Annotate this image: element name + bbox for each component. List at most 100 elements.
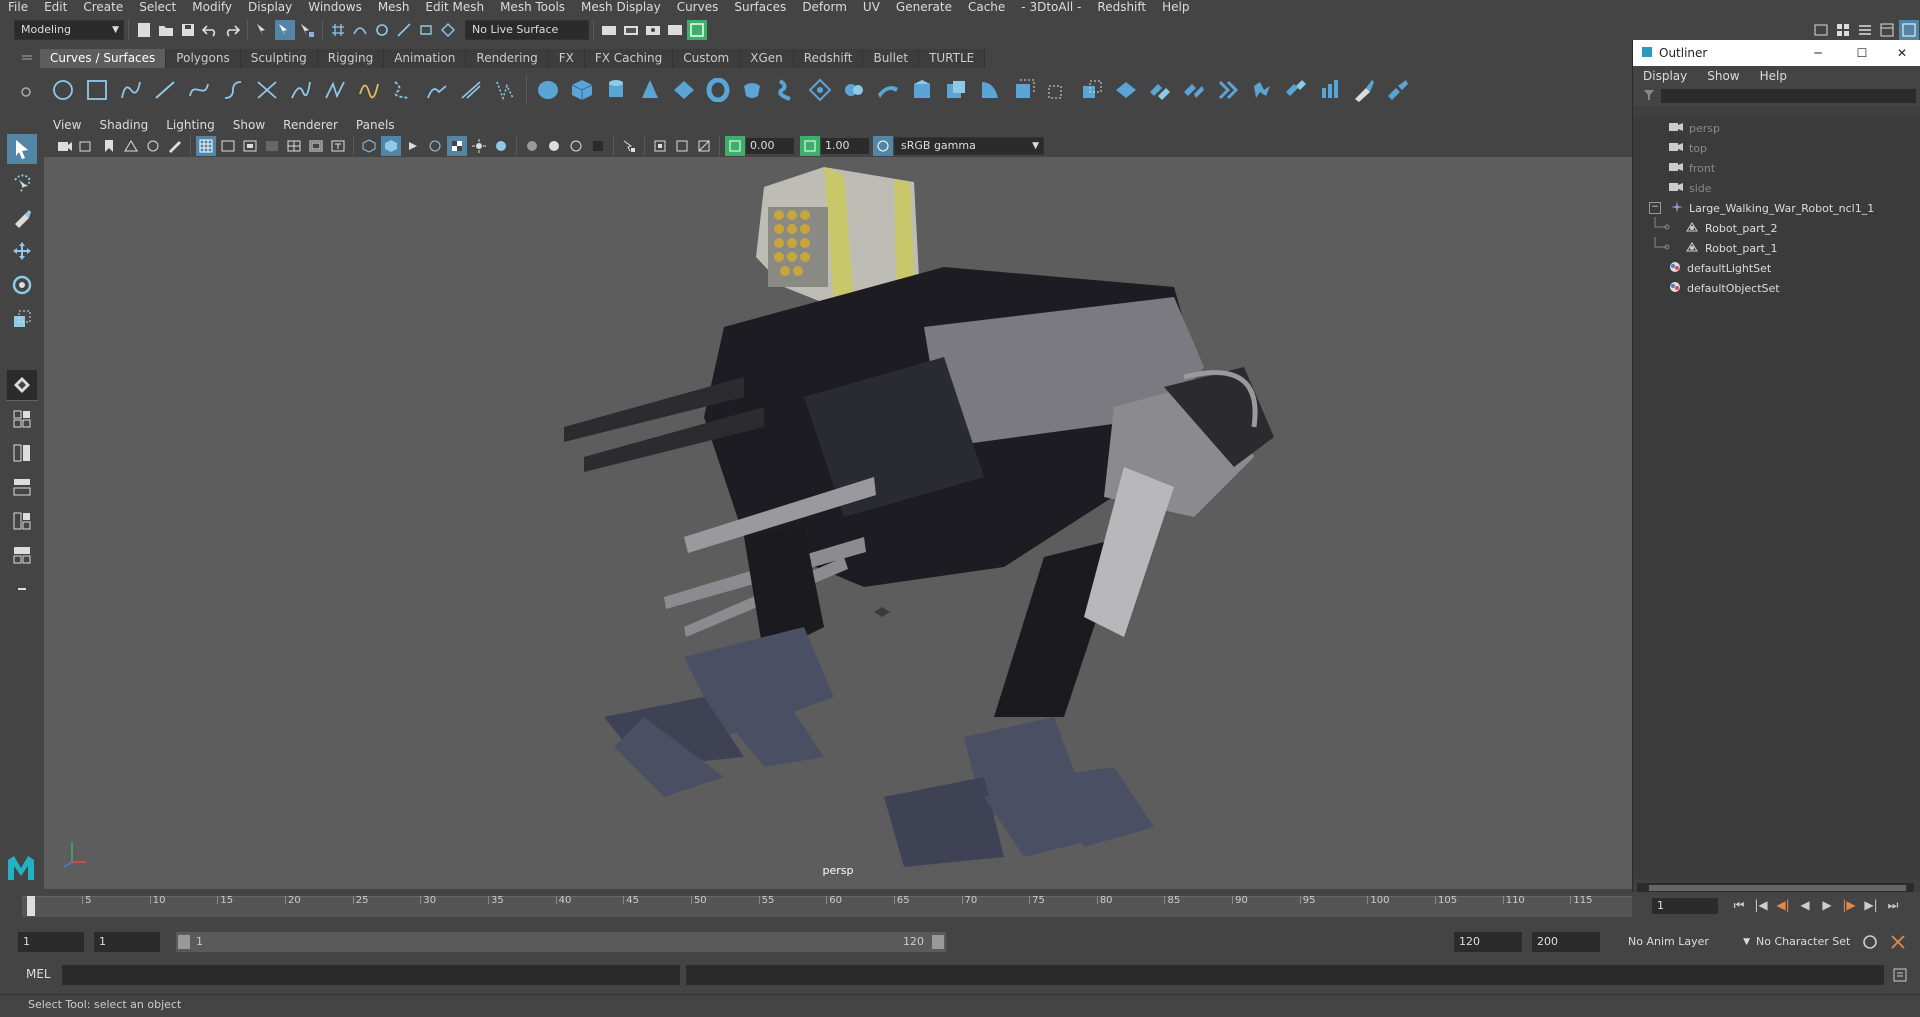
shelf-tab-animation[interactable]: Animation — [384, 49, 467, 68]
menu-select[interactable]: Select — [131, 0, 184, 15]
shelf-tab-handle[interactable] — [22, 52, 32, 62]
scale-tool-icon[interactable] — [7, 304, 37, 334]
menu-mesh[interactable]: Mesh — [370, 0, 418, 15]
minimize-icon[interactable]: ─ — [1796, 46, 1840, 60]
robot-model[interactable] — [44, 157, 1632, 889]
layout-expand-icon[interactable] — [7, 574, 37, 604]
menu-edit-mesh[interactable]: Edit Mesh — [417, 0, 492, 15]
filter-icon[interactable] — [1643, 89, 1655, 104]
select-component-icon[interactable] — [297, 20, 317, 40]
color-space-dropdown[interactable]: sRGB gamma ▼ — [894, 137, 1044, 155]
move-tool-icon[interactable] — [7, 236, 37, 266]
attach-surfaces-icon[interactable] — [1145, 75, 1175, 105]
undo-icon[interactable] — [200, 20, 220, 40]
select-hierarchy-icon[interactable] — [253, 20, 273, 40]
outliner-item-defaultobjectset[interactable]: defaultObjectSet — [1633, 278, 1920, 298]
surface-editing-icon[interactable] — [1383, 75, 1413, 105]
redo-icon[interactable] — [222, 20, 242, 40]
step-forward-key-icon[interactable]: ▶| — [1860, 898, 1882, 913]
outliner-search-input[interactable] — [1661, 89, 1916, 103]
insert-isoparms-icon[interactable] — [1247, 75, 1277, 105]
insert-knot-icon[interactable] — [354, 75, 384, 105]
nurbs-cone-icon[interactable] — [635, 75, 665, 105]
panel-menu-renderer[interactable]: Renderer — [274, 118, 347, 132]
rotate-tool-icon[interactable] — [7, 270, 37, 300]
shelf-tab-xgen[interactable]: XGen — [740, 49, 794, 68]
panel-menu-view[interactable]: View — [44, 118, 90, 132]
shelf-tab-rendering[interactable]: Rendering — [466, 49, 549, 68]
go-to-end-icon[interactable]: ⏭ — [1882, 898, 1904, 913]
play-backward-icon[interactable]: ◀ — [1794, 898, 1816, 913]
current-frame-field[interactable]: 1 — [1652, 898, 1718, 914]
nurbs-plane-icon[interactable] — [669, 75, 699, 105]
new-scene-icon[interactable] — [134, 20, 154, 40]
time-slider[interactable]: 5 10 15 20 25 30 35 40 45 50 55 60 65 70 75 80 85 90 95 100… — [0, 892, 1920, 922]
smooth-shade-icon[interactable] — [381, 136, 401, 156]
channel-box-icon[interactable] — [1877, 20, 1897, 40]
outliner-menu-help[interactable]: Help — [1750, 69, 1797, 83]
maximize-icon[interactable]: ☐ — [1840, 46, 1884, 60]
rebuild-surface-icon[interactable] — [1315, 75, 1345, 105]
revolve-icon[interactable] — [737, 75, 767, 105]
loft-icon[interactable] — [771, 75, 801, 105]
ep-curve-icon[interactable] — [150, 75, 180, 105]
snap-curve-icon[interactable] — [350, 20, 370, 40]
lasso-tool-icon[interactable] — [7, 168, 37, 198]
extend-curve-icon[interactable] — [388, 75, 418, 105]
layout-graph-icon[interactable] — [7, 506, 37, 536]
character-set-dropdown[interactable]: No Character Set — [1750, 932, 1868, 952]
camera-select-icon[interactable] — [55, 136, 75, 156]
range-slider[interactable]: 1 120 — [176, 932, 946, 952]
panel-menu-lighting[interactable]: Lighting — [157, 118, 224, 132]
square-surface-icon[interactable] — [975, 75, 1005, 105]
nurbs-cube-icon[interactable] — [567, 75, 597, 105]
outliner-item-persp[interactable]: persp — [1633, 118, 1920, 138]
intersect-icon[interactable] — [1043, 75, 1073, 105]
motion-blur-icon[interactable] — [544, 136, 564, 156]
menu-mesh-tools[interactable]: Mesh Tools — [492, 0, 573, 15]
step-forward-frame-icon[interactable]: |▶ — [1838, 898, 1860, 913]
xray-active-icon[interactable] — [672, 136, 692, 156]
range-slider-right-handle[interactable] — [932, 935, 944, 949]
use-all-lights-icon[interactable] — [469, 136, 489, 156]
panel-menu-shading[interactable]: Shading — [90, 118, 157, 132]
shelf-tab-turtle[interactable]: TURTLE — [919, 49, 986, 68]
save-scene-icon[interactable] — [178, 20, 198, 40]
animation-preferences-icon[interactable] — [1890, 934, 1906, 953]
exposure-field[interactable]: 0.00 — [746, 138, 794, 154]
redshift-ipr-icon[interactable] — [687, 20, 707, 40]
grid-toggle-icon[interactable] — [196, 136, 216, 156]
shelf-tab-custom[interactable]: Custom — [673, 49, 741, 68]
arc-tool-icon[interactable] — [252, 75, 282, 105]
snap-grid-icon[interactable] — [328, 20, 348, 40]
panel-menu-panels[interactable]: Panels — [347, 118, 404, 132]
gamma-icon[interactable] — [800, 136, 820, 156]
outliner-item-robot-part-2[interactable]: Robot_part_2 — [1633, 216, 1920, 238]
menu-redshift[interactable]: Redshift — [1089, 0, 1154, 15]
ipr-render-icon[interactable] — [643, 20, 663, 40]
untrim-icon[interactable] — [1111, 75, 1141, 105]
nurbs-sphere-icon[interactable] — [533, 75, 563, 105]
paint-select-icon[interactable] — [7, 202, 37, 232]
outliner-menu-show[interactable]: Show — [1697, 69, 1749, 83]
bezier-curve-icon[interactable] — [184, 75, 214, 105]
snap-vertex-icon[interactable] — [438, 20, 458, 40]
menu-generate[interactable]: Generate — [888, 0, 960, 15]
outliner-item-robot-part-1[interactable]: Robot_part_1 — [1633, 236, 1920, 258]
playback-start-field[interactable]: 1 — [94, 932, 160, 952]
fillet-curve-icon[interactable] — [490, 75, 520, 105]
xray-joints-icon[interactable] — [694, 136, 714, 156]
step-back-key-icon[interactable]: |◀ — [1750, 898, 1772, 913]
animation-end-field[interactable]: 200 — [1532, 932, 1600, 952]
extend-surface-icon[interactable] — [1281, 75, 1311, 105]
nurbs-torus-icon[interactable] — [703, 75, 733, 105]
shelf-tab-bullet[interactable]: Bullet — [863, 49, 920, 68]
go-to-start-icon[interactable]: ⏮ — [1728, 898, 1750, 913]
shelf-tab-fx[interactable]: FX — [548, 49, 585, 68]
menu-help[interactable]: Help — [1154, 0, 1197, 15]
rebuild-curve-icon[interactable] — [456, 75, 486, 105]
menu-3dtoall[interactable]: - 3DtoAll - — [1013, 0, 1089, 15]
2d-pan-zoom-icon[interactable] — [143, 136, 163, 156]
extrude-icon[interactable] — [839, 75, 869, 105]
nurbs-circle-icon[interactable] — [48, 75, 78, 105]
